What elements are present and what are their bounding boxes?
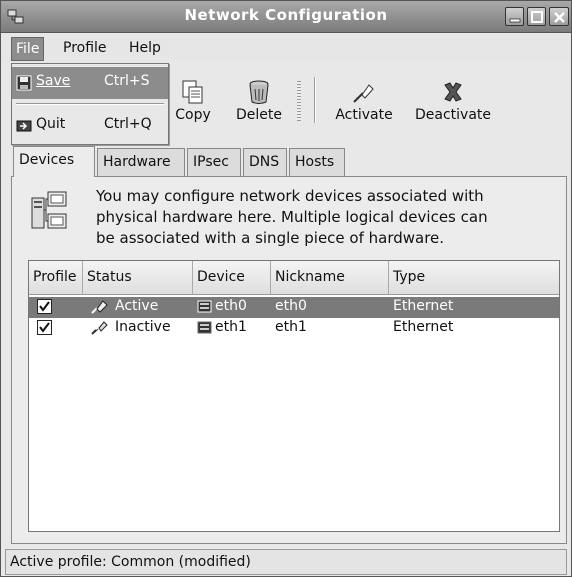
row-device: eth1 [215,319,247,335]
deactivate-x-icon [444,82,462,102]
tab-hosts-label: Hosts [295,154,335,170]
trash-icon [249,80,269,104]
menu-profile-label: Profile [63,40,107,56]
menu-file[interactable]: File [11,37,45,61]
menu-profile[interactable]: Profile [59,37,111,61]
toolbar-separator [314,77,316,123]
status-text: Active profile: Common (modified) [10,554,251,570]
menu-item-quit-label: Quit [36,116,66,132]
column-header-device[interactable]: Device [193,261,271,295]
devices-description: You may configure network devices associ… [96,186,566,249]
menu-help[interactable]: Help [125,37,165,61]
copy-button[interactable]: Copy [169,69,217,139]
maximize-icon [531,11,543,23]
menu-file-label: File [16,41,40,57]
inactive-plug-status-icon [91,321,108,335]
minimize-icon [509,18,521,23]
checkmark-icon [39,322,50,333]
tab-hosts[interactable]: Hosts [289,148,345,176]
toolbar-grip [297,81,301,121]
network-configuration-window: Network Configuration File Profile Help … [0,0,572,577]
devices-description-line-3: be associated with a single piece of har… [96,229,445,247]
devices-panel: You may configure network devices associ… [11,176,567,544]
status-bar: Active profile: Common (modified) [5,549,567,575]
profile-checkbox[interactable] [37,320,52,335]
column-header-type[interactable]: Type [389,261,559,295]
file-menu-dropdown: Save Ctrl+S Quit Ctrl+Q [11,63,169,145]
table-row[interactable]: Inactive eth1 eth1 Ethernet [29,318,559,339]
menu-item-quit-accelerator: Ctrl+Q [104,116,152,132]
activate-button[interactable]: Activate [329,69,399,139]
window-title: Network Configuration [184,6,388,24]
menu-help-label: Help [129,40,161,56]
delete-label: Delete [236,107,282,123]
menu-separator [16,103,164,105]
tab-devices[interactable]: Devices [13,146,95,177]
activate-plug-icon [353,84,374,103]
row-nickname: eth0 [275,298,307,314]
row-nickname: eth1 [275,319,307,335]
activate-label: Activate [335,107,393,123]
profile-checkbox[interactable] [37,299,52,314]
floppy-save-icon [16,75,32,91]
row-type: Ethernet [393,298,454,314]
column-header-type-label: Type [393,269,426,285]
ethernet-card-icon [197,321,212,334]
tab-devices-label: Devices [19,152,75,168]
tab-ipsec[interactable]: IPsec [187,148,241,176]
deactivate-button[interactable]: Deactivate [407,69,499,139]
column-header-nickname-label: Nickname [275,269,345,285]
close-button[interactable] [549,7,569,26]
devices-description-line-1: You may configure network devices associ… [96,187,484,205]
tab-ipsec-label: IPsec [193,154,229,170]
column-header-nickname[interactable]: Nickname [271,261,389,295]
tab-hardware[interactable]: Hardware [97,148,185,176]
column-header-status[interactable]: Status [83,261,193,295]
tab-hardware-label: Hardware [103,154,171,170]
tab-dns[interactable]: DNS [243,148,287,176]
column-header-device-label: Device [197,269,245,285]
maximize-button[interactable] [527,7,546,26]
devices-description-line-2: physical hardware here. Multiple logical… [96,208,488,226]
deactivate-label: Deactivate [414,107,491,123]
title-bar[interactable]: Network Configuration [1,1,571,33]
active-plug-status-icon [91,300,108,314]
column-header-status-label: Status [87,269,132,285]
row-status: Inactive [115,319,171,335]
network-devices-icon [31,191,67,229]
menu-item-save-label: Save [36,73,71,89]
row-type: Ethernet [393,319,454,335]
tab-dns-label: DNS [249,154,280,170]
menu-item-save-accelerator: Ctrl+S [104,73,150,89]
menu-item-quit[interactable]: Quit Ctrl+Q [12,110,168,142]
delete-button[interactable]: Delete [229,69,289,139]
row-device: eth0 [215,298,247,314]
table-row[interactable]: Active eth0 eth0 Ethernet [29,297,559,318]
column-header-profile-label: Profile [33,269,77,285]
copy-label: Copy [175,107,211,123]
row-status: Active [115,298,159,314]
quit-icon [16,120,32,132]
menu-bar: File Profile Help [1,34,571,62]
column-header-profile[interactable]: Profile [29,261,83,295]
devices-table: Profile Status Device Nickname Type Acti… [28,260,560,532]
close-icon [554,12,565,23]
copy-icon [182,80,203,104]
minimize-button[interactable] [505,7,524,26]
menu-item-save[interactable]: Save Ctrl+S [12,67,168,99]
ethernet-card-icon [197,300,212,313]
table-header: Profile Status Device Nickname Type [29,261,559,295]
checkmark-icon [39,301,50,312]
